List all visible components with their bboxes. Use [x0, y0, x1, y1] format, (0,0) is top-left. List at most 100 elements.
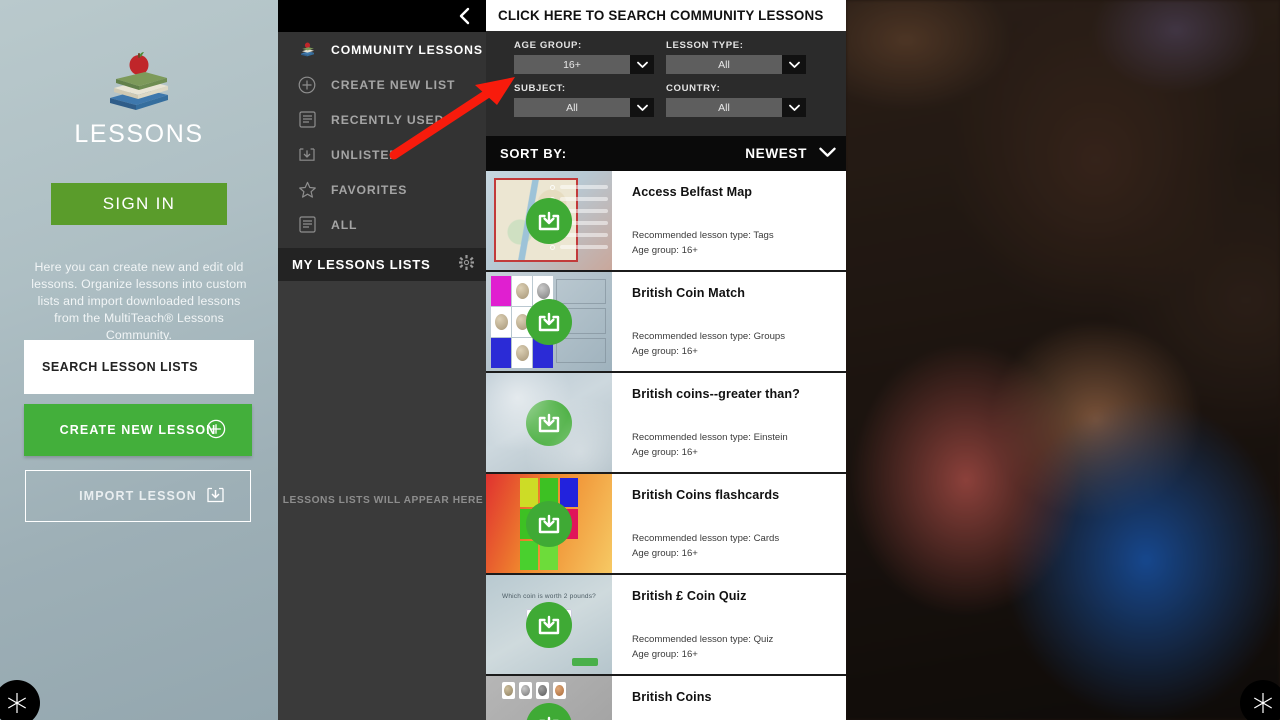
create-new-lesson-label: CREATE NEW LESSON: [59, 423, 217, 437]
gear-icon[interactable]: [459, 254, 474, 275]
lesson-age-group: Age group: 16+: [632, 548, 698, 559]
lesson-card[interactable]: British Coins: [486, 676, 848, 720]
chevron-down-icon: [782, 55, 806, 74]
lesson-card-body: British Coins: [612, 676, 848, 720]
star-icon: [294, 181, 320, 199]
search-lesson-lists-input[interactable]: SEARCH LESSON LISTS: [24, 340, 254, 394]
sidebar-item-label: ALL: [331, 217, 358, 232]
filter-row-1: AGE GROUP: 16+ LESSON TYPE: All: [486, 40, 848, 83]
books-with-apple-icon: [294, 42, 320, 58]
lesson-card[interactable]: Which coin is worth 2 pounds? British £ …: [486, 575, 848, 674]
lesson-thumbnail: [486, 373, 612, 472]
lesson-type-select[interactable]: All: [666, 55, 806, 74]
lesson-thumbnail: [486, 171, 612, 270]
lesson-card-body: British £ Coin Quiz Recommended lesson t…: [612, 575, 848, 674]
panel-description: Here you can create new and edit old les…: [31, 260, 247, 342]
chevron-left-icon: [459, 7, 470, 25]
lesson-age-group: Age group: 16+: [632, 346, 698, 357]
background-photo: [846, 0, 1280, 720]
sort-bar: SORT BY: NEWEST: [486, 136, 848, 171]
sort-by-label: SORT BY:: [500, 146, 567, 161]
chevron-down-icon: [630, 98, 654, 117]
lesson-card[interactable]: British Coin Match Recommended lesson ty…: [486, 272, 848, 371]
lesson-age-group: Age group: 16+: [632, 649, 698, 660]
lessons-lists-placeholder: LESSONS LISTS WILL APPEAR HERE: [282, 495, 484, 506]
sidebar-item-label: RECENTLY USED: [331, 112, 445, 127]
filter-label: AGE GROUP:: [514, 40, 582, 51]
lesson-title: British Coins flashcards: [632, 488, 780, 502]
sidebar-item-recently-used[interactable]: RECENTLY USED: [278, 102, 488, 137]
community-lessons-panel: CLICK HERE TO SEARCH COMMUNITY LESSONS A…: [486, 0, 848, 720]
age-group-value: 16+: [514, 55, 630, 74]
sidebar-item-all[interactable]: ALL: [278, 207, 488, 242]
collapse-sidebar-button[interactable]: [452, 4, 476, 28]
sort-by-value: NEWEST: [745, 146, 807, 161]
country-value: All: [666, 98, 782, 117]
download-circle-icon[interactable]: [526, 298, 572, 345]
asterisk-icon: [8, 693, 26, 713]
filter-lesson-type: LESSON TYPE: All: [658, 40, 830, 83]
lesson-title: British £ Coin Quiz: [632, 589, 747, 603]
download-circle-icon[interactable]: [526, 601, 572, 648]
filters-panel: AGE GROUP: 16+ LESSON TYPE: All SUBJECT:…: [486, 31, 848, 136]
sidebar-item-create-new-list[interactable]: CREATE NEW LIST: [278, 67, 488, 102]
lesson-card-body: British Coins flashcards Recommended les…: [612, 474, 848, 573]
lesson-card[interactable]: Access Belfast Map Recommended lesson ty…: [486, 171, 848, 270]
sidebar-item-label: COMMUNITY LESSONS: [331, 42, 483, 57]
lesson-thumbnail: [486, 474, 612, 573]
lesson-age-group: Age group: 16+: [632, 447, 698, 458]
lesson-card-body: British coins--greater than? Recommended…: [612, 373, 848, 472]
download-circle-icon[interactable]: [526, 197, 572, 244]
sidebar-item-community-lessons[interactable]: COMMUNITY LESSONS: [278, 32, 488, 67]
list-icon: [294, 111, 320, 128]
filter-country: COUNTRY: All: [658, 83, 830, 126]
community-search-placeholder: CLICK HERE TO SEARCH COMMUNITY LESSONS: [498, 8, 824, 23]
subject-select[interactable]: All: [514, 98, 654, 117]
lesson-thumbnail: [486, 272, 612, 371]
sort-by-dropdown[interactable]: NEWEST: [745, 145, 836, 163]
sidebar-item-label: UNLISTED: [331, 147, 400, 162]
thumbnail-caption: Which coin is worth 2 pounds?: [502, 593, 596, 600]
lesson-age-group: Age group: 16+: [632, 245, 698, 256]
lesson-title: British coins--greater than?: [632, 387, 800, 401]
asterisk-fab-right[interactable]: [1240, 680, 1280, 720]
sign-in-button[interactable]: SIGN IN: [51, 183, 227, 225]
create-new-lesson-button[interactable]: CREATE NEW LESSON: [24, 404, 252, 456]
import-lesson-button[interactable]: IMPORT LESSON: [25, 470, 251, 522]
country-select[interactable]: All: [666, 98, 806, 117]
plus-circle-icon: [206, 419, 226, 442]
download-circle-icon[interactable]: [526, 702, 572, 720]
sidebar-topbar: [278, 0, 488, 32]
asterisk-fab-left[interactable]: [0, 680, 40, 720]
filter-label: LESSON TYPE:: [666, 40, 744, 51]
lesson-thumbnail: Which coin is worth 2 pounds?: [486, 575, 612, 674]
lesson-title: Access Belfast Map: [632, 185, 753, 199]
my-lessons-lists-header: MY LESSONS LISTS: [278, 248, 488, 281]
lesson-type: Recommended lesson type: Tags: [632, 230, 774, 241]
sidebar-item-label: CREATE NEW LIST: [331, 77, 456, 92]
lesson-title: British Coins: [632, 690, 712, 704]
lesson-card[interactable]: British Coins flashcards Recommended les…: [486, 474, 848, 573]
lesson-type: Recommended lesson type: Einstein: [632, 432, 788, 443]
download-circle-icon[interactable]: [526, 399, 572, 446]
sidebar-item-unlisted[interactable]: UNLISTED: [278, 137, 488, 172]
left-panel: LESSONS SIGN IN Here you can create new …: [0, 0, 278, 720]
lesson-title: British Coin Match: [632, 286, 746, 300]
search-lesson-lists-placeholder: SEARCH LESSON LISTS: [42, 360, 199, 374]
plus-circle-icon: [294, 76, 320, 94]
lesson-type: Recommended lesson type: Groups: [632, 331, 786, 342]
lesson-card-body: Access Belfast Map Recommended lesson ty…: [612, 171, 848, 270]
import-lesson-label: IMPORT LESSON: [79, 489, 197, 503]
filter-label: COUNTRY:: [666, 83, 721, 94]
filter-subject: SUBJECT: All: [486, 83, 658, 126]
age-group-select[interactable]: 16+: [514, 55, 654, 74]
lesson-results-list[interactable]: Access Belfast Map Recommended lesson ty…: [486, 171, 848, 720]
community-search-input[interactable]: CLICK HERE TO SEARCH COMMUNITY LESSONS: [486, 0, 848, 31]
subject-value: All: [514, 98, 630, 117]
lesson-card[interactable]: British coins--greater than? Recommended…: [486, 373, 848, 472]
sidebar-item-favorites[interactable]: FAVORITES: [278, 172, 488, 207]
sidebar-item-label: FAVORITES: [331, 182, 408, 197]
download-circle-icon[interactable]: [526, 500, 572, 547]
page-title: LESSONS: [74, 120, 204, 148]
lesson-card-body: British Coin Match Recommended lesson ty…: [612, 272, 848, 371]
